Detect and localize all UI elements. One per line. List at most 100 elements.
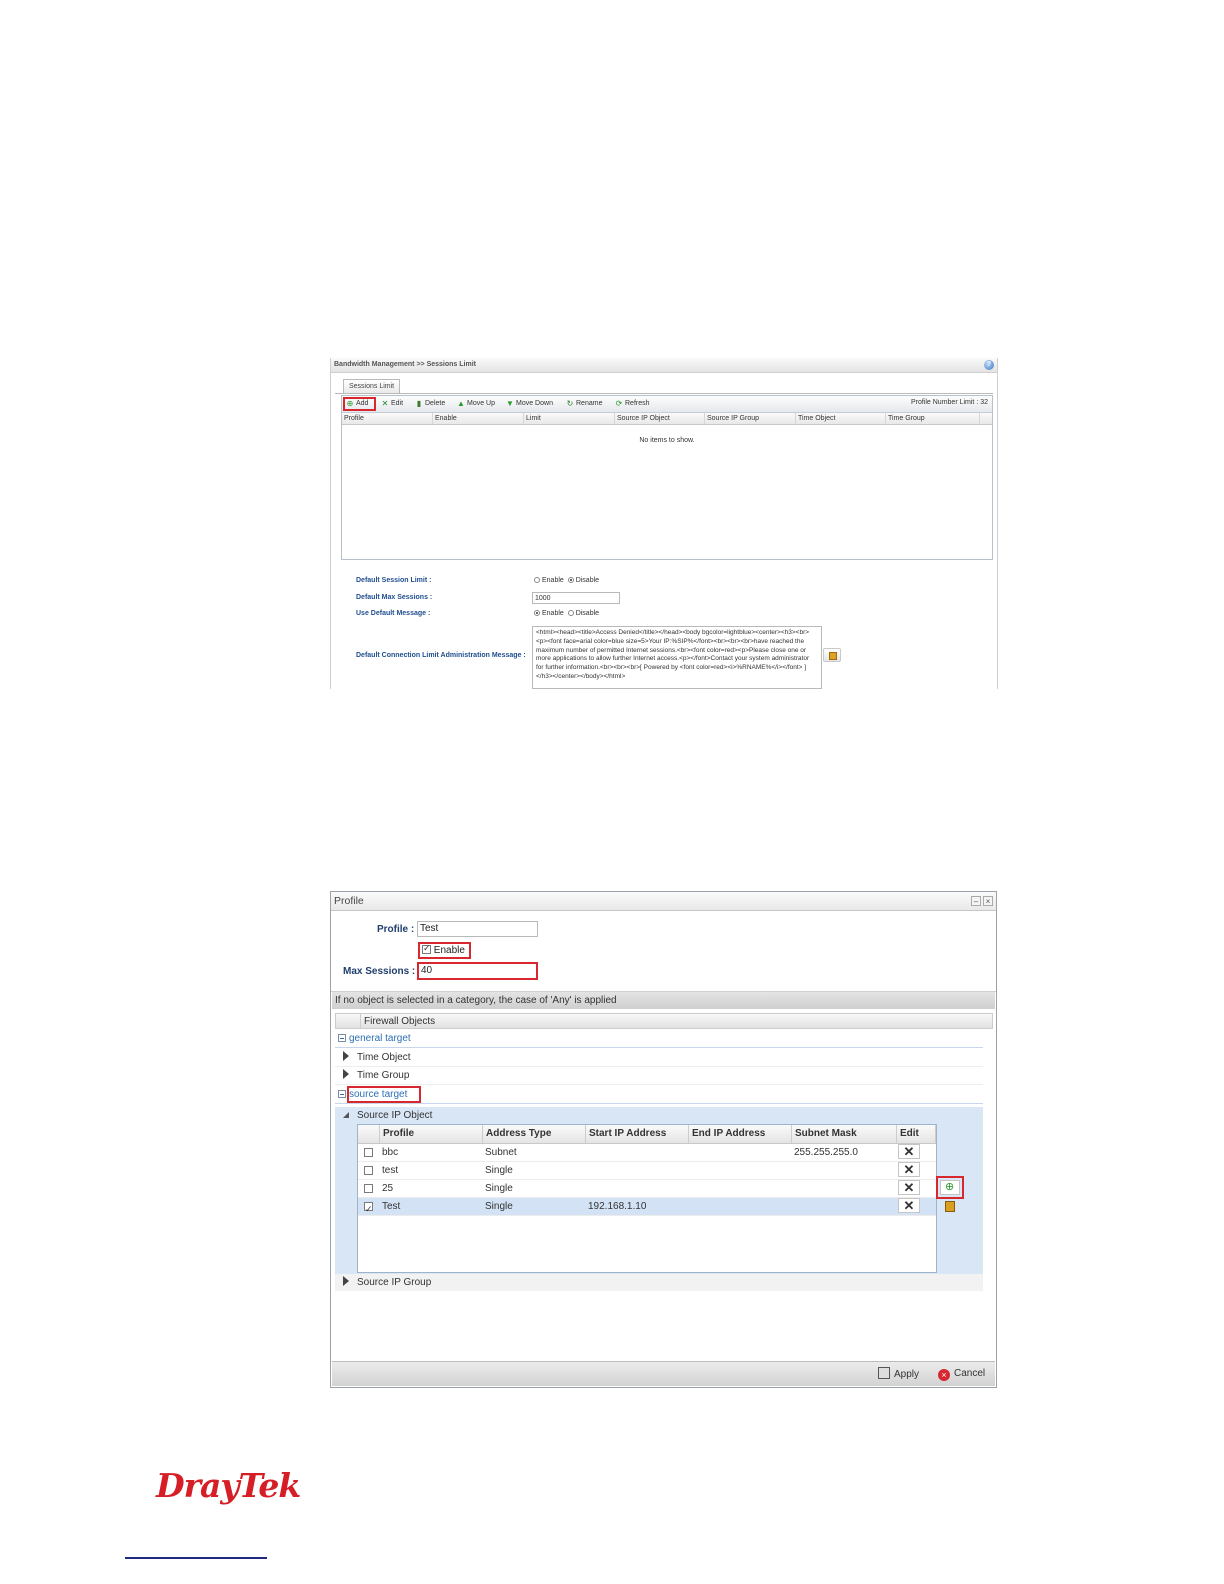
dialog-title: Profile — [334, 895, 364, 907]
source-ip-group-label: Source IP Group — [357, 1277, 432, 1288]
col-profile[interactable]: Profile — [380, 1125, 483, 1143]
dialog-footer: Apply × Cancel — [332, 1361, 995, 1386]
table-row[interactable]: test Single ✕ — [358, 1162, 936, 1180]
row-address-type: Single — [485, 1165, 513, 1176]
minimize-icon[interactable]: – — [971, 896, 981, 906]
apply-button[interactable]: Apply — [878, 1367, 919, 1381]
expand-arrow-icon[interactable] — [343, 1276, 349, 1286]
table-row-selected[interactable]: Test Single 192.168.1.10 ✕ — [358, 1198, 936, 1218]
table-row[interactable]: bbc Subnet 255.255.255.0 ✕ — [358, 1144, 936, 1162]
cancel-button[interactable]: × Cancel — [938, 1367, 985, 1381]
add-highlight — [343, 397, 376, 411]
move-up-button[interactable]: ▲ Move Up — [457, 398, 495, 410]
collapse-icon[interactable] — [338, 1090, 346, 1098]
expand-arrow-icon[interactable] — [343, 1051, 349, 1061]
col-profile[interactable]: Profile — [342, 413, 433, 424]
expand-arrow-icon[interactable] — [343, 1069, 349, 1079]
footer-divider — [125, 1557, 267, 1559]
rename-button[interactable]: ↻ Rename — [566, 398, 603, 410]
max-sessions-label: Max Sessions : — [343, 966, 416, 977]
move-down-button[interactable]: ▼ Move Down — [506, 398, 553, 410]
profile-dialog: Profile – × Profile : Test Enable Max Se… — [330, 891, 997, 1388]
col-end-ip[interactable]: End IP Address — [689, 1125, 792, 1143]
col-address-type[interactable]: Address Type — [483, 1125, 586, 1143]
help-icon[interactable]: ? — [984, 360, 994, 370]
row-profile: Test — [382, 1201, 401, 1212]
profile-label: Profile : — [377, 924, 415, 935]
edit-icon[interactable]: ✕ — [898, 1162, 920, 1177]
default-max-sessions-input[interactable]: 1000 — [532, 592, 620, 604]
row-profile: test — [382, 1165, 399, 1176]
draytek-logo: DrayTek — [156, 1466, 301, 1505]
export-icon — [945, 1201, 955, 1212]
copy-message-button[interactable] — [823, 648, 841, 662]
tab-sessions-limit[interactable]: Sessions Limit — [343, 379, 401, 393]
default-session-limit-enable-radio[interactable] — [534, 577, 540, 583]
enable-checkbox-row[interactable]: Enable — [422, 943, 465, 956]
cancel-icon: × — [938, 1369, 950, 1381]
tab-bar: Sessions Limit — [335, 379, 993, 394]
default-session-limit-label: Default Session Limit : — [356, 577, 432, 584]
close-icon[interactable]: × — [983, 896, 993, 906]
row-address-type: Single — [485, 1201, 513, 1212]
sessions-limit-window: Bandwidth Management >> Sessions Limit ?… — [330, 358, 998, 689]
col-time-object[interactable]: Time Object — [796, 413, 886, 424]
move-down-icon: ▼ — [506, 399, 514, 408]
col-time-group[interactable]: Time Group — [886, 413, 980, 424]
time-group-label: Time Group — [357, 1070, 410, 1081]
time-group-row[interactable]: Time Group — [335, 1067, 983, 1085]
general-target-row[interactable]: general target — [335, 1030, 983, 1048]
edit-button[interactable]: ✕ Edit — [381, 398, 403, 410]
dialog-title-bar: Profile – × — [331, 892, 996, 911]
row-checkbox[interactable] — [364, 1184, 373, 1193]
col-source-ip-group[interactable]: Source IP Group — [705, 413, 796, 424]
time-object-row[interactable]: Time Object — [335, 1049, 983, 1067]
use-default-message-disable-radio[interactable] — [567, 610, 574, 616]
admin-message-textarea[interactable]: <html><head><title>Access Denied</title>… — [532, 626, 822, 689]
max-sessions-input[interactable]: 40 — [417, 962, 538, 980]
export-object-button[interactable] — [940, 1200, 960, 1215]
any-object-note: If no object is selected in a category, … — [332, 992, 995, 1009]
refresh-icon: ⟳ — [615, 399, 623, 408]
col-edit[interactable]: Edit — [897, 1125, 936, 1143]
col-start-ip[interactable]: Start IP Address — [586, 1125, 689, 1143]
source-ip-object-row[interactable]: Source IP Object — [335, 1107, 432, 1124]
row-checkbox[interactable] — [364, 1200, 373, 1218]
edit-icon[interactable]: ✕ — [898, 1180, 920, 1195]
col-subnet-mask[interactable]: Subnet Mask — [792, 1125, 897, 1143]
edit-icon[interactable]: ✕ — [898, 1198, 920, 1213]
enable-label: Enable — [433, 945, 465, 956]
profile-number-limit: Profile Number Limit : 32 — [910, 399, 988, 406]
table-row[interactable]: 25 Single ✕ — [358, 1180, 936, 1198]
col-source-ip-object[interactable]: Source IP Object — [615, 413, 705, 424]
default-max-sessions-label: Default Max Sessions : — [356, 594, 433, 601]
col-limit[interactable]: Limit — [524, 413, 615, 424]
collapse-icon[interactable] — [338, 1034, 346, 1042]
edit-icon[interactable]: ✕ — [898, 1144, 920, 1159]
edit-icon: ✕ — [381, 399, 389, 408]
col-enable[interactable]: Enable — [433, 413, 524, 424]
delete-button[interactable]: ▮ Delete — [415, 398, 445, 410]
window-title-bar: Bandwidth Management >> Sessions Limit ? — [331, 358, 997, 373]
source-target-row[interactable]: source target — [335, 1086, 983, 1104]
row-checkbox[interactable] — [364, 1148, 373, 1157]
refresh-button[interactable]: ⟳ Refresh — [615, 398, 650, 410]
row-subnet-mask: 255.255.255.0 — [794, 1147, 858, 1158]
source-ip-group-row[interactable]: Source IP Group — [335, 1274, 983, 1291]
firewall-objects-header: Firewall Objects — [335, 1013, 993, 1029]
save-icon — [878, 1367, 890, 1379]
collapse-arrow-icon[interactable] — [343, 1112, 349, 1118]
source-ip-object-grid: Profile Address Type Start IP Address En… — [357, 1124, 937, 1273]
add-object-highlight — [936, 1176, 964, 1199]
profile-name-input[interactable]: Test — [417, 921, 538, 937]
row-profile: bbc — [382, 1147, 399, 1158]
default-session-limit-disable-radio[interactable] — [567, 577, 574, 583]
admin-message-label: Default Connection Limit Administration … — [356, 652, 526, 659]
rename-icon: ↻ — [566, 399, 574, 408]
profile-grid-panel: ⊕ Add ✕ Edit ▮ Delete ▲ Move Up ▼ Move Down ↻… — [341, 395, 993, 560]
row-profile: 25 — [382, 1183, 394, 1194]
move-up-icon: ▲ — [457, 399, 465, 408]
enable-checkbox[interactable] — [422, 943, 431, 954]
row-checkbox[interactable] — [364, 1166, 373, 1175]
use-default-message-enable-radio[interactable] — [534, 610, 540, 616]
